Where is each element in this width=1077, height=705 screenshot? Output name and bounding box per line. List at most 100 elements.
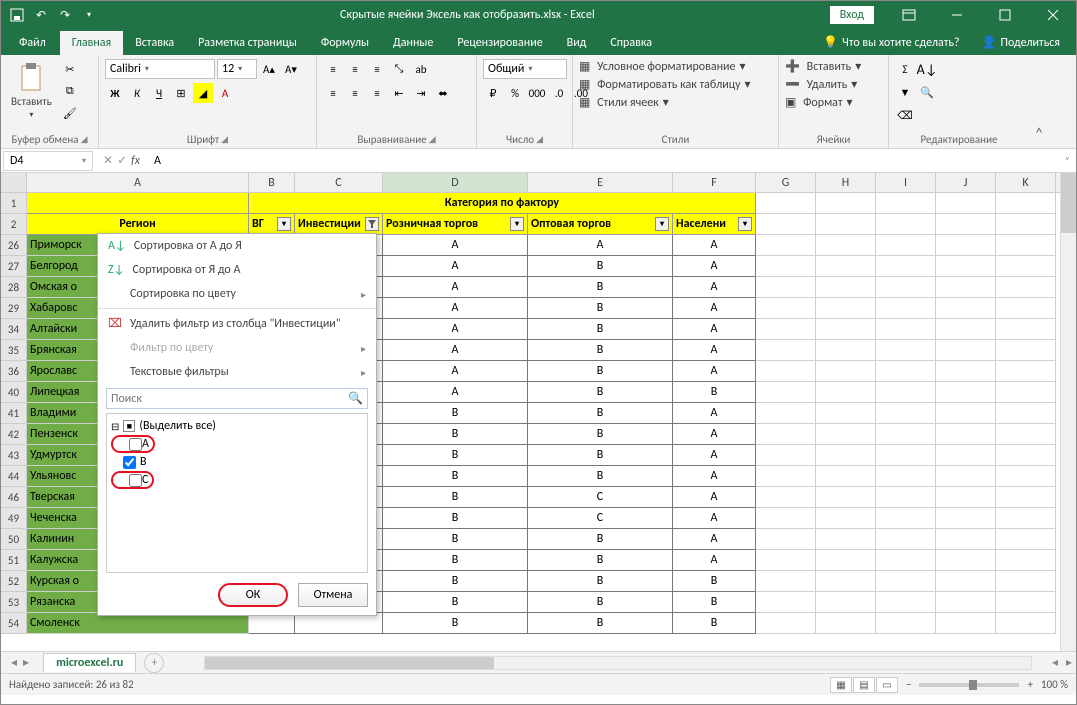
filter-header[interactable]: Розничная торгов▾ (383, 214, 528, 235)
cell[interactable]: B (528, 277, 673, 298)
cell[interactable] (756, 445, 816, 466)
cell[interactable]: A (383, 277, 528, 298)
view-page-layout-icon[interactable]: ▤ (853, 677, 875, 693)
cell[interactable] (756, 193, 816, 214)
undo-icon[interactable]: ↶ (33, 7, 49, 23)
cell[interactable] (876, 550, 936, 571)
cancel-button[interactable]: Отмена (298, 583, 368, 607)
number-format-combo[interactable]: Общий▾ (483, 59, 567, 79)
filter-search[interactable]: 🔍 (106, 388, 368, 409)
cell[interactable] (996, 445, 1056, 466)
cell[interactable] (936, 424, 996, 445)
cell[interactable] (876, 529, 936, 550)
cell[interactable] (816, 193, 876, 214)
cell[interactable] (876, 361, 936, 382)
row-header[interactable]: 28 (1, 277, 27, 298)
cell[interactable] (756, 403, 816, 424)
cell[interactable] (936, 613, 996, 634)
cell[interactable]: A (673, 445, 756, 466)
font-size-combo[interactable]: 12▾ (217, 59, 257, 79)
clear-icon[interactable]: ⌫ (895, 105, 915, 125)
dialog-launcher-icon[interactable]: ◢ (429, 134, 436, 145)
cell[interactable] (876, 487, 936, 508)
cell[interactable]: B (673, 571, 756, 592)
cell[interactable] (756, 214, 816, 235)
cell[interactable] (936, 214, 996, 235)
bold-button[interactable]: Ж (105, 83, 125, 103)
paste-button[interactable]: Вставить ▾ (7, 59, 56, 122)
cell[interactable] (996, 466, 1056, 487)
borders-icon[interactable]: ⊞ (171, 83, 191, 103)
cell[interactable] (996, 256, 1056, 277)
filter-option-a[interactable]: A (111, 434, 363, 454)
row-header[interactable]: 52 (1, 571, 27, 592)
dialog-launcher-icon[interactable]: ◢ (81, 134, 88, 145)
text-filters-item[interactable]: Текстовые фильтры▸ (98, 360, 376, 384)
cell[interactable] (876, 193, 936, 214)
fill-color-icon[interactable]: ◢ (193, 83, 213, 103)
indent-inc-icon[interactable]: ⇥ (411, 83, 431, 103)
row-header[interactable]: 1 (1, 193, 27, 214)
cell[interactable]: A (673, 550, 756, 571)
cell[interactable] (936, 340, 996, 361)
cell[interactable] (816, 382, 876, 403)
cell[interactable] (27, 193, 249, 214)
italic-button[interactable]: К (127, 83, 147, 103)
row-header[interactable]: 44 (1, 466, 27, 487)
cell[interactable]: B (383, 592, 528, 613)
cell[interactable] (756, 592, 816, 613)
cell[interactable] (876, 256, 936, 277)
cell[interactable] (816, 466, 876, 487)
row-header[interactable]: 49 (1, 508, 27, 529)
cell[interactable] (756, 319, 816, 340)
filter-header[interactable]: Населени▾ (673, 214, 756, 235)
sort-az-item[interactable]: A↓Сортировка от А до Я (98, 234, 376, 258)
cell[interactable]: B (528, 613, 673, 634)
ribbon-display-icon[interactable] (886, 1, 932, 29)
fill-icon[interactable]: ▼ (895, 82, 915, 102)
cell[interactable] (816, 508, 876, 529)
col-header[interactable]: J (936, 173, 996, 192)
cell[interactable]: A (383, 235, 528, 256)
cell[interactable] (816, 529, 876, 550)
cell[interactable] (816, 256, 876, 277)
col-header[interactable]: K (996, 173, 1056, 192)
row-header[interactable]: 41 (1, 403, 27, 424)
tab-data[interactable]: Данные (381, 31, 445, 55)
indent-dec-icon[interactable]: ⇤ (389, 83, 409, 103)
conditional-formatting-button[interactable]: ▦ Условное форматирование▾ (579, 59, 746, 74)
name-box[interactable]: D4▾ (3, 151, 93, 171)
row-header[interactable]: 26 (1, 235, 27, 256)
cell[interactable]: B (528, 361, 673, 382)
cell[interactable] (996, 277, 1056, 298)
cell[interactable] (816, 277, 876, 298)
cell[interactable]: B (528, 298, 673, 319)
filter-button-icon[interactable]: ▾ (655, 217, 669, 231)
cell[interactable] (816, 403, 876, 424)
row-header[interactable]: 53 (1, 592, 27, 613)
cell-styles-button[interactable]: ▦ Стили ячеек▾ (579, 95, 669, 110)
tell-me[interactable]: 💡 Что вы хотите сделать? (823, 35, 959, 50)
cell[interactable] (996, 487, 1056, 508)
cell[interactable]: Смоленск (27, 613, 249, 634)
col-header[interactable]: F (673, 173, 756, 192)
cell[interactable] (756, 508, 816, 529)
zoom-out-icon[interactable]: − (906, 678, 911, 691)
select-all-triangle[interactable] (1, 173, 27, 192)
cell[interactable]: C (528, 508, 673, 529)
cell[interactable] (936, 529, 996, 550)
comma-icon[interactable]: 000 (527, 83, 547, 103)
cell[interactable] (936, 319, 996, 340)
row-header[interactable]: 54 (1, 613, 27, 634)
cell[interactable]: A (673, 529, 756, 550)
cell[interactable] (756, 382, 816, 403)
cell[interactable] (816, 424, 876, 445)
add-sheet-button[interactable]: + (144, 653, 164, 673)
cell[interactable] (936, 550, 996, 571)
row-header[interactable]: 27 (1, 256, 27, 277)
cell[interactable]: B (383, 550, 528, 571)
filter-button-icon[interactable]: ▾ (510, 217, 524, 231)
zoom-level[interactable]: 100 % (1041, 678, 1068, 691)
cell[interactable]: B (383, 403, 528, 424)
cell[interactable] (756, 235, 816, 256)
